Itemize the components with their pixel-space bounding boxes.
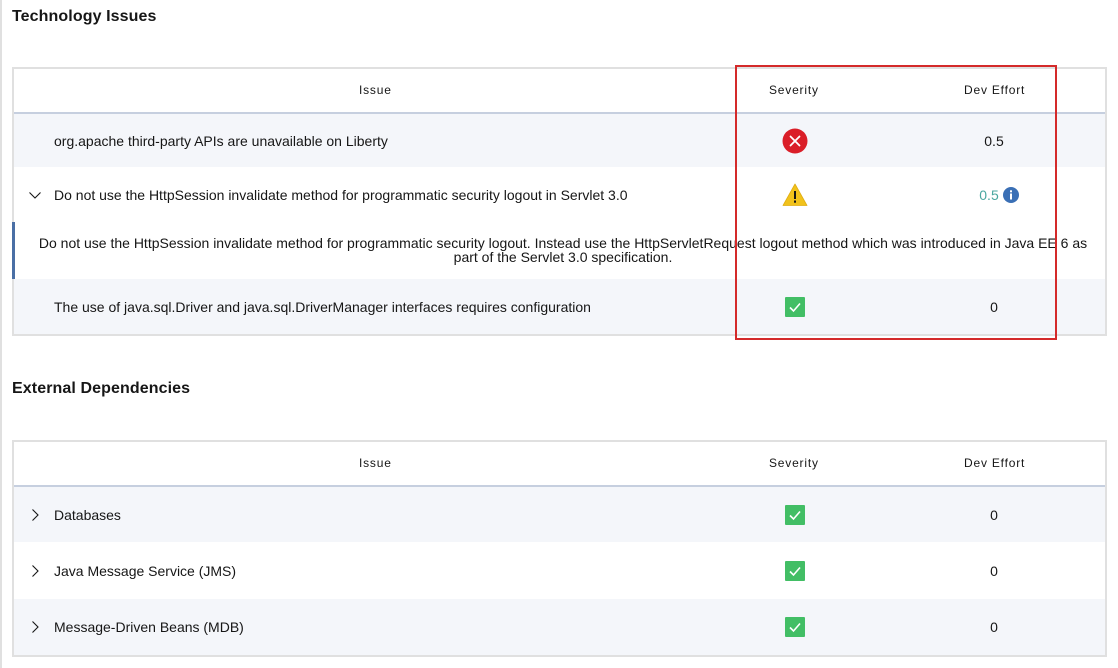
check-square-icon: [782, 558, 808, 584]
check-square-icon: [782, 614, 808, 640]
column-header-issue[interactable]: Issue: [359, 83, 392, 97]
table-row[interactable]: Databases 0: [14, 487, 1105, 542]
technology-issues-title: Technology Issues: [12, 8, 157, 25]
chevron-down-icon[interactable]: [28, 188, 42, 202]
issue-text: org.apache third-party APIs are unavaila…: [54, 132, 388, 149]
table-row[interactable]: The use of java.sql.Driver and java.sql.…: [14, 279, 1105, 334]
info-icon[interactable]: [1002, 186, 1020, 204]
issue-detail-text: Do not use the HttpSession invalidate me…: [38, 235, 1088, 265]
issue-text: Java Message Service (JMS): [54, 562, 237, 579]
issue-text: Do not use the HttpSession invalidate me…: [54, 186, 628, 203]
table-row[interactable]: Java Message Service (JMS) 0: [14, 542, 1105, 599]
column-header-issue[interactable]: Issue: [359, 456, 392, 470]
error-circle-icon: [782, 128, 808, 154]
chevron-right-icon[interactable]: [28, 564, 42, 578]
issue-text: Databases: [54, 506, 121, 523]
dev-effort-value: 0: [990, 298, 998, 315]
chevron-right-icon[interactable]: [28, 508, 42, 522]
external-dependencies-title: External Dependencies: [12, 380, 191, 397]
dev-effort-value: 0: [990, 619, 998, 635]
external-dependencies-table: Issue Severity Dev Effort Databases 0 Ja…: [12, 440, 1107, 657]
dev-effort-value: 0: [990, 506, 998, 523]
page: Technology Issues Issue Severity Dev Eff…: [0, 0, 1118, 668]
column-header-severity[interactable]: Severity: [769, 456, 819, 470]
dev-effort-value: 0: [990, 562, 998, 579]
column-header-dev-effort[interactable]: Dev Effort: [964, 83, 1025, 97]
column-header-severity[interactable]: Severity: [769, 83, 819, 97]
dev-effort-value[interactable]: 0.5: [979, 187, 998, 203]
left-divider: [0, 0, 2, 668]
issue-detail-panel: Do not use the HttpSession invalidate me…: [12, 222, 1105, 279]
check-square-icon: [782, 502, 808, 528]
table-row[interactable]: org.apache third-party APIs are unavaila…: [14, 114, 1105, 167]
column-header-dev-effort[interactable]: Dev Effort: [964, 456, 1025, 470]
dev-effort-value: 0.5: [984, 132, 1004, 149]
table-header: Issue Severity Dev Effort: [14, 442, 1105, 487]
chevron-right-icon[interactable]: [28, 620, 42, 634]
table-row[interactable]: Message-Driven Beans (MDB) 0: [14, 599, 1105, 655]
table-row-expanded[interactable]: Do not use the HttpSession invalidate me…: [14, 167, 1105, 222]
check-square-icon: [782, 294, 808, 320]
issue-text: Message-Driven Beans (MDB): [54, 619, 244, 635]
technology-issues-table: Issue Severity Dev Effort org.apache thi…: [12, 67, 1107, 336]
table-header: Issue Severity Dev Effort: [14, 69, 1105, 114]
issue-text: The use of java.sql.Driver and java.sql.…: [54, 298, 591, 315]
warning-triangle-icon: [782, 182, 808, 208]
